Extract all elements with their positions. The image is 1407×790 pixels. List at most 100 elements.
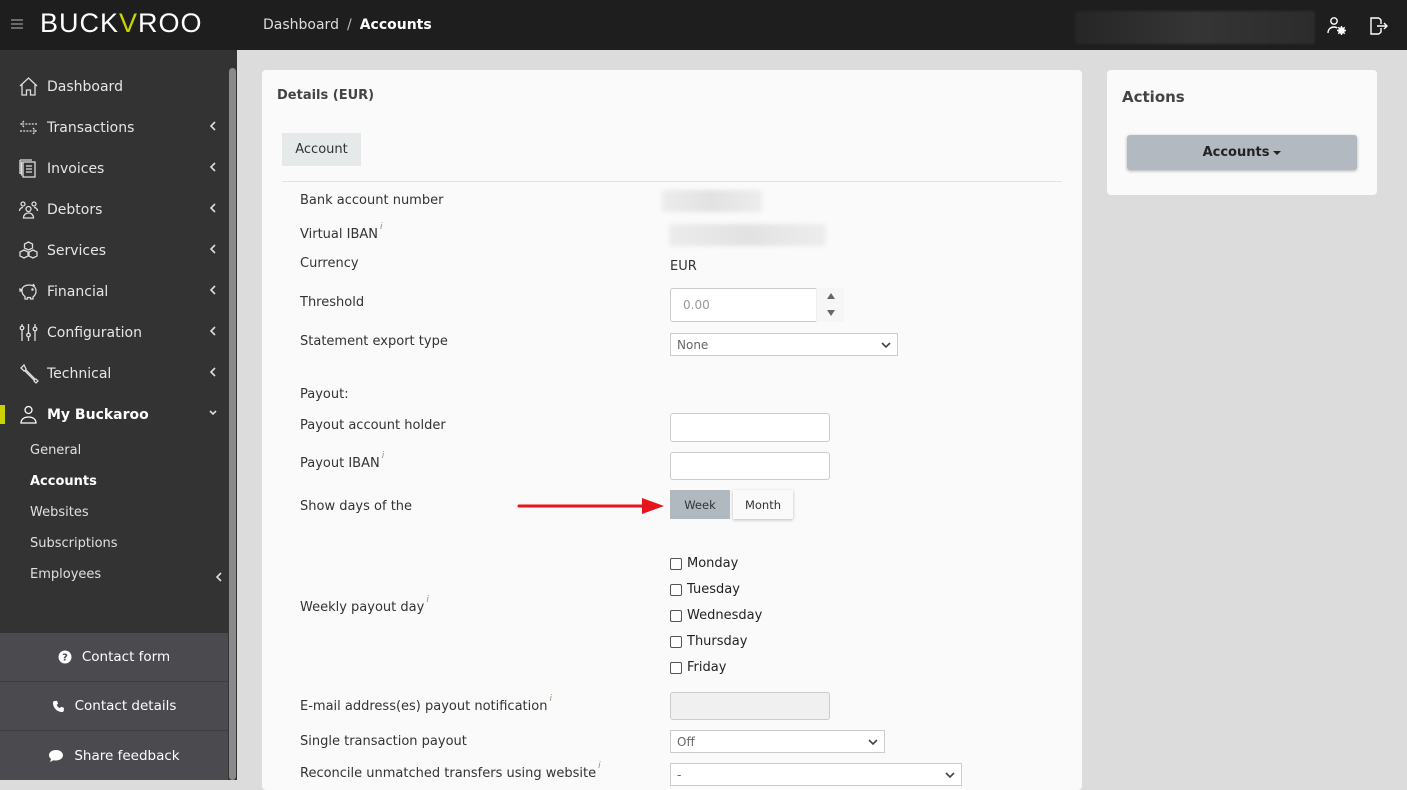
breadcrumb-dashboard[interactable]: Dashboard [263, 17, 339, 33]
month-toggle-button[interactable]: Month [733, 490, 793, 519]
divider [282, 181, 1062, 182]
statement-export-type-label: Statement export type [300, 334, 448, 349]
decrement-icon[interactable] [827, 310, 835, 316]
bank-account-number-label: Bank account number [300, 193, 444, 208]
thursday-label: Thursday [687, 634, 748, 649]
sliders-icon [19, 324, 38, 341]
sidebar-item-label: Technical [47, 365, 112, 382]
thursday-checkbox[interactable] [670, 635, 682, 648]
chevron-down-icon [209, 410, 217, 416]
wednesday-checkbox[interactable] [670, 609, 682, 622]
breadcrumb-separator: / [346, 17, 352, 33]
accounts-dropdown-button[interactable]: Accounts [1127, 135, 1357, 170]
sidebar-item-invoices[interactable]: Invoices [0, 148, 228, 189]
virtual-iban-text: Virtual IBAN [300, 227, 378, 242]
caret-down-icon [1273, 150, 1282, 155]
threshold-spinner[interactable] [816, 288, 844, 322]
sidebar-scrollbar[interactable] [229, 68, 236, 780]
sidebar-item-financial[interactable]: Financial [0, 271, 228, 312]
thursday-checkbox-row[interactable]: Thursday [670, 634, 747, 649]
logo[interactable]: BUCKVROO [40, 8, 203, 39]
speech-bubble-icon [49, 749, 64, 762]
sidebar-subitem-accounts[interactable]: Accounts [0, 468, 228, 499]
chevron-down-icon [945, 771, 955, 778]
chevron-down-icon [868, 738, 878, 745]
menu-toggle-icon[interactable] [11, 19, 23, 31]
share-feedback-link[interactable]: Share feedback [0, 731, 228, 780]
wrench-icon [20, 363, 39, 384]
sidebar-subitem-general[interactable]: General [0, 437, 228, 468]
sidebar-subitem-subscriptions[interactable]: Subscriptions [0, 530, 228, 561]
actions-card: Actions Accounts [1107, 70, 1377, 195]
reconcile-unmatched-value: - [677, 767, 682, 782]
logo-text-end: ROO [138, 8, 203, 38]
sidebar-item-transactions[interactable]: Transactions [0, 107, 228, 148]
sidebar-item-label: Debtors [47, 201, 103, 218]
wednesday-label: Wednesday [687, 608, 763, 623]
sidebar-subitem-employees[interactable]: Employees [0, 561, 228, 592]
statement-export-type-value: None [677, 337, 709, 352]
sidebar-item-configuration[interactable]: Configuration [0, 312, 228, 353]
statement-export-type-select[interactable]: None [670, 333, 898, 356]
week-toggle-button[interactable]: Week [670, 490, 730, 519]
sidebar-item-label: Services [47, 242, 107, 259]
reconcile-unmatched-select[interactable]: - [670, 763, 962, 786]
chevron-left-icon [209, 162, 216, 172]
sidebar-subitem-label: Subscriptions [30, 536, 118, 551]
reconcile-unmatched-text: Reconcile unmatched transfers using webs… [300, 766, 597, 781]
info-icon[interactable]: i [382, 451, 385, 461]
contact-form-label: Contact form [81, 649, 171, 665]
svg-text:?: ? [62, 653, 68, 664]
sidebar-subitem-websites[interactable]: Websites [0, 499, 228, 530]
info-icon[interactable]: i [549, 694, 552, 704]
contact-details-link[interactable]: Contact details [0, 682, 228, 731]
sidebar-item-technical[interactable]: Technical [0, 353, 228, 394]
actions-title: Actions [1122, 88, 1185, 106]
payout-iban-input[interactable] [670, 452, 830, 480]
boxes-icon [19, 241, 38, 259]
wednesday-checkbox-row[interactable]: Wednesday [670, 608, 762, 623]
threshold-stepper [670, 288, 844, 322]
email-payout-notification-input[interactable] [670, 692, 830, 720]
sidebar-nav: Dashboard Transactions Invoices Debtors … [0, 66, 228, 592]
monday-checkbox-row[interactable]: Monday [670, 556, 738, 571]
single-transaction-payout-label: Single transaction payout [300, 734, 467, 749]
single-transaction-payout-select[interactable]: Off [670, 730, 885, 753]
single-transaction-payout-value: Off [677, 734, 695, 749]
friday-checkbox-row[interactable]: Friday [670, 660, 726, 675]
contact-form-link[interactable]: ? Contact form [0, 633, 228, 682]
sidebar-item-label: Transactions [47, 119, 135, 136]
user-settings-icon[interactable] [1326, 15, 1348, 37]
info-icon[interactable]: i [380, 222, 383, 232]
logout-icon[interactable] [1367, 15, 1389, 37]
card-title: Details (EUR) [277, 88, 375, 103]
user-info-redacted [1075, 11, 1315, 44]
show-days-of-the-label: Show days of the [300, 499, 413, 514]
currency-label: Currency [300, 256, 359, 271]
sidebar-item-my-buckaroo[interactable]: My Buckaroo [0, 394, 228, 435]
sidebar-item-services[interactable]: Services [0, 230, 228, 271]
chevron-left-icon [209, 121, 216, 131]
logo-accent: V [119, 8, 139, 38]
tuesday-label: Tuesday [687, 582, 740, 597]
payout-account-holder-input[interactable] [670, 413, 830, 442]
tuesday-checkbox-row[interactable]: Tuesday [670, 582, 740, 597]
logo-text: BUCK [40, 8, 120, 38]
sidebar-item-label: My Buckaroo [47, 406, 149, 423]
tuesday-checkbox[interactable] [670, 583, 682, 596]
sidebar-item-dashboard[interactable]: Dashboard [0, 66, 228, 107]
sidebar-item-debtors[interactable]: Debtors [0, 189, 228, 230]
chevron-left-icon [209, 244, 216, 254]
info-icon[interactable]: i [598, 761, 601, 771]
tab-account[interactable]: Account [282, 133, 361, 166]
weekly-payout-day-text: Weekly payout day [300, 600, 425, 615]
increment-icon[interactable] [827, 293, 835, 299]
annotation-arrow-icon [517, 498, 664, 514]
info-icon[interactable]: i [426, 595, 429, 605]
weekly-payout-day-label: Weekly payout day i [300, 595, 429, 615]
payout-iban-label: Payout IBAN i [300, 451, 384, 471]
monday-checkbox[interactable] [670, 557, 682, 570]
currency-value: EUR [670, 259, 697, 274]
friday-checkbox[interactable] [670, 661, 682, 674]
home-icon [19, 77, 38, 96]
